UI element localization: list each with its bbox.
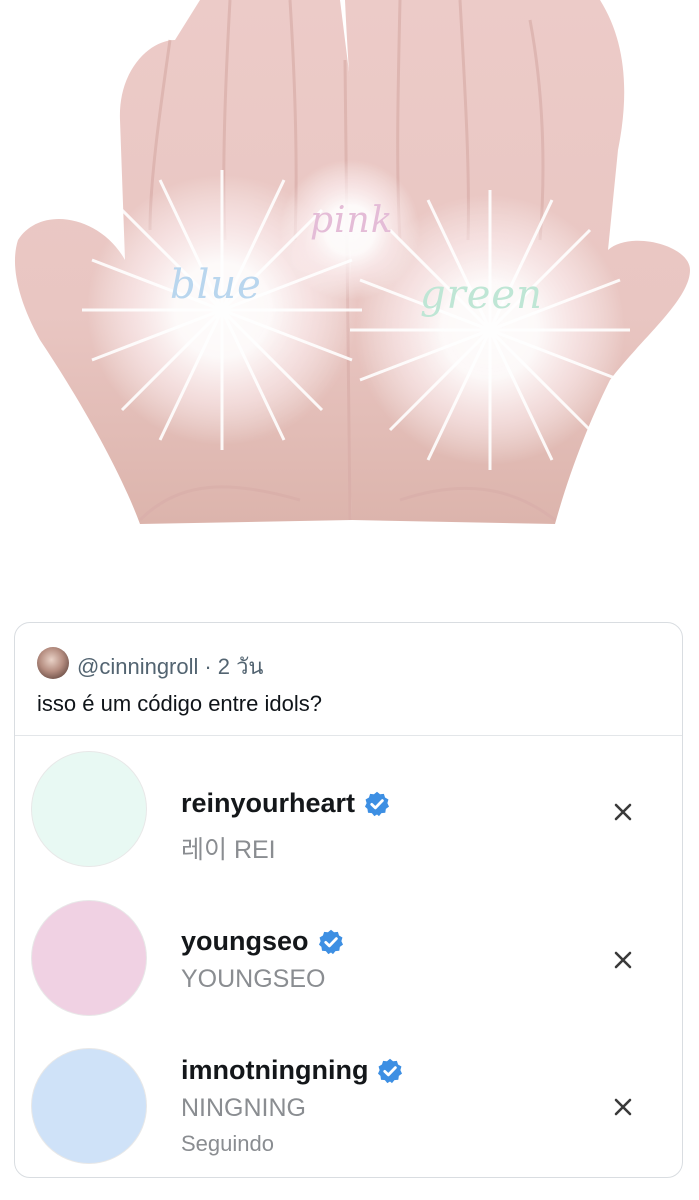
close-icon[interactable] xyxy=(611,800,635,824)
hero-image: blue pink green xyxy=(0,0,699,540)
account-row[interactable]: reinyourheart 레이 REI xyxy=(15,736,682,881)
quoted-tweet-card[interactable]: @cinningroll · 2 วัน isso é um código entr… xyxy=(14,622,683,1178)
hero-word-green: green xyxy=(420,272,543,318)
account-handle[interactable]: imnotningning xyxy=(181,1055,368,1086)
account-avatar[interactable] xyxy=(31,900,147,1016)
verified-badge-icon xyxy=(365,791,390,816)
close-icon[interactable] xyxy=(611,948,635,972)
account-row[interactable]: youngseo YOUNGSEO xyxy=(15,885,682,1030)
account-handle[interactable]: reinyourheart xyxy=(181,788,355,819)
hero-word-blue: blue xyxy=(170,262,262,308)
account-avatar[interactable] xyxy=(31,1048,147,1164)
tweet-text: isso é um código entre idols? xyxy=(37,691,322,716)
account-avatar[interactable] xyxy=(31,751,147,867)
account-display-name: YOUNGSEO xyxy=(181,965,326,993)
author-handle[interactable]: @cinningroll xyxy=(77,654,198,679)
close-icon[interactable] xyxy=(611,1095,635,1119)
verified-badge-icon xyxy=(318,929,343,954)
quoted-tweet-header: @cinningroll · 2 วัน isso é um código entr… xyxy=(15,623,682,736)
account-handle-line: youngseo xyxy=(181,926,345,957)
hero-word-pink: pink xyxy=(310,200,394,241)
following-status: Seguindo xyxy=(181,1131,274,1156)
verified-badge-icon xyxy=(378,1058,403,1083)
tweet-time: 2 วัน xyxy=(217,654,264,679)
account-handle[interactable]: youngseo xyxy=(181,926,309,957)
author-avatar[interactable] xyxy=(37,647,69,679)
account-display-name: 레이 REI xyxy=(181,836,276,864)
account-handle-line: reinyourheart xyxy=(181,788,391,819)
hands-illustration xyxy=(14,0,690,524)
account-handle-line: imnotningning xyxy=(181,1055,404,1086)
meta-separator: · xyxy=(204,654,212,679)
tweet-meta: @cinningroll · 2 วัน xyxy=(77,649,263,684)
account-display-name: NINGNING xyxy=(181,1094,306,1122)
account-row[interactable]: imnotningning NINGNING Seguindo xyxy=(15,1033,682,1177)
